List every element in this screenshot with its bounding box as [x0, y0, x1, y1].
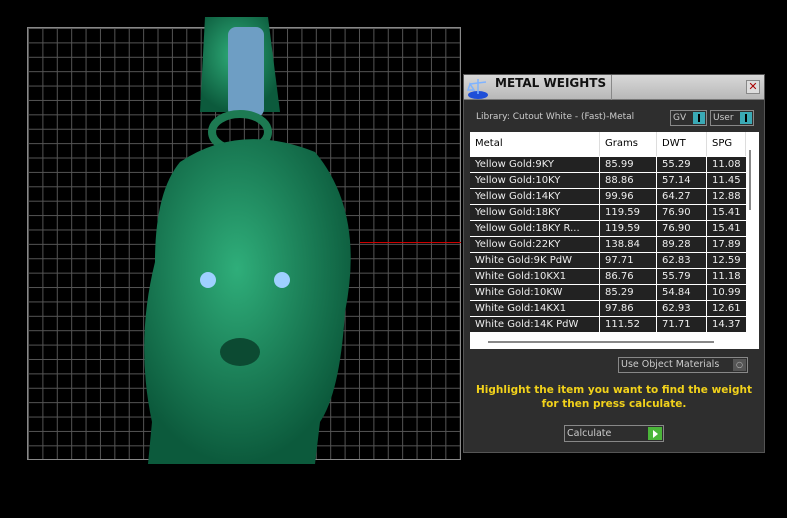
table-row[interactable]: Yellow Gold:14KY 99.96 64.27 12.88: [470, 189, 746, 205]
gv-label: GV: [673, 113, 687, 123]
table-row[interactable]: Yellow Gold:22KY 138.84 89.28 17.89: [470, 237, 746, 253]
table-row[interactable]: White Gold:14KX1 97.86 62.93 12.61: [470, 301, 746, 317]
radio-icon: ○: [733, 359, 746, 371]
vertical-scrollbar[interactable]: [749, 150, 751, 210]
column-header-spg[interactable]: SPG: [707, 132, 746, 156]
message-line: for then press calculate.: [541, 398, 687, 410]
calculate-button[interactable]: Calculate: [564, 425, 664, 442]
cell-dwt: 76.90: [657, 205, 706, 220]
cell-grams: 85.99: [600, 157, 656, 172]
metal-table: Metal Grams DWT SPG Yellow Gold:9KY 85.99…: [470, 132, 759, 349]
cell-grams: 99.96: [600, 189, 656, 204]
table-row[interactable]: White Gold:10KX1 86.76 55.79 11.18: [470, 269, 746, 285]
cell-metal: White Gold:9K PdW: [470, 253, 599, 268]
user-toggle[interactable]: User: [710, 110, 754, 126]
cell-dwt: 54.84: [657, 285, 706, 300]
cell-metal: White Gold:10KX1: [470, 269, 599, 284]
cell-dwt: 76.90: [657, 221, 706, 236]
table-row[interactable]: White Gold:10KW 85.29 54.84 10.99: [470, 285, 746, 301]
title-bar[interactable]: METAL WEIGHTS ✕: [464, 75, 764, 100]
horizontal-scrollbar[interactable]: [488, 341, 714, 343]
cell-grams: 119.59: [600, 221, 656, 236]
gv-toggle[interactable]: GV: [670, 110, 707, 126]
cell-metal: White Gold:14KX1: [470, 301, 599, 316]
axis-line: [360, 242, 461, 243]
cell-metal: Yellow Gold:22KY: [470, 237, 599, 252]
instruction-message: Highlight the item you want to find the …: [464, 383, 764, 411]
cell-grams: 97.86: [600, 301, 656, 316]
pendant-model: [144, 17, 351, 464]
table-row[interactable]: Yellow Gold:9KY 85.99 55.29 11.08: [470, 157, 746, 173]
cell-metal: Yellow Gold:18KY: [470, 205, 599, 220]
cell-dwt: 57.14: [657, 173, 706, 188]
cell-spg: 17.89: [707, 237, 746, 252]
table-row[interactable]: White Gold:14K PdW 111.52 71.71 14.37: [470, 317, 746, 333]
user-label: User: [713, 113, 734, 123]
table-row[interactable]: Yellow Gold:18KY R... 119.59 76.90 15.41: [470, 221, 746, 237]
cell-dwt: 62.93: [657, 301, 706, 316]
cell-dwt: 71.71: [657, 317, 706, 332]
use-object-materials-toggle[interactable]: Use Object Materials ○: [618, 357, 748, 373]
cell-grams: 111.52: [600, 317, 656, 332]
message-line: Highlight the item you want to find the …: [476, 384, 752, 396]
toggle-indicator-icon: [693, 112, 705, 124]
cell-spg: 11.45: [707, 173, 746, 188]
cell-grams: 85.29: [600, 285, 656, 300]
cell-spg: 12.88: [707, 189, 746, 204]
calculate-label: Calculate: [567, 428, 612, 439]
toggle-indicator-icon: [740, 112, 752, 124]
library-label: Library: Cutout White - (Fast)-Metal: [476, 112, 635, 122]
divider: [611, 75, 612, 100]
cell-spg: 15.41: [707, 221, 746, 236]
cell-spg: 12.61: [707, 301, 746, 316]
cell-grams: 119.59: [600, 205, 656, 220]
scale-logo-icon: [466, 79, 488, 99]
metal-weights-panel: METAL WEIGHTS ✕ Library: Cutout White - …: [463, 74, 765, 453]
column-header-grams[interactable]: Grams: [600, 132, 657, 156]
table-row[interactable]: Yellow Gold:10KY 88.86 57.14 11.45: [470, 173, 746, 189]
cell-grams: 138.84: [600, 237, 656, 252]
cell-dwt: 62.83: [657, 253, 706, 268]
panel-title: METAL WEIGHTS: [495, 76, 607, 90]
play-icon: [648, 427, 662, 440]
column-header-dwt[interactable]: DWT: [657, 132, 707, 156]
cell-spg: 14.37: [707, 317, 746, 332]
cell-metal: Yellow Gold:9KY: [470, 157, 599, 172]
cell-metal: White Gold:14K PdW: [470, 317, 599, 332]
cell-metal: Yellow Gold:10KY: [470, 173, 599, 188]
cell-spg: 11.08: [707, 157, 746, 172]
cell-spg: 11.18: [707, 269, 746, 284]
column-header-metal[interactable]: Metal: [470, 132, 600, 156]
cell-metal: White Gold:10KW: [470, 285, 599, 300]
cell-metal: Yellow Gold:14KY: [470, 189, 599, 204]
cell-dwt: 55.29: [657, 157, 706, 172]
cell-grams: 86.76: [600, 269, 656, 284]
table-row[interactable]: White Gold:9K PdW 97.71 62.83 12.59: [470, 253, 746, 269]
cell-dwt: 64.27: [657, 189, 706, 204]
cell-grams: 97.71: [600, 253, 656, 268]
cell-spg: 10.99: [707, 285, 746, 300]
close-button[interactable]: ✕: [746, 80, 760, 94]
use-object-materials-label: Use Object Materials: [621, 359, 720, 370]
cell-grams: 88.86: [600, 173, 656, 188]
cell-dwt: 55.79: [657, 269, 706, 284]
cell-dwt: 89.28: [657, 237, 706, 252]
cell-metal: Yellow Gold:18KY R...: [470, 221, 599, 236]
cell-spg: 12.59: [707, 253, 746, 268]
table-row[interactable]: Yellow Gold:18KY 119.59 76.90 15.41: [470, 205, 746, 221]
cell-spg: 15.41: [707, 205, 746, 220]
